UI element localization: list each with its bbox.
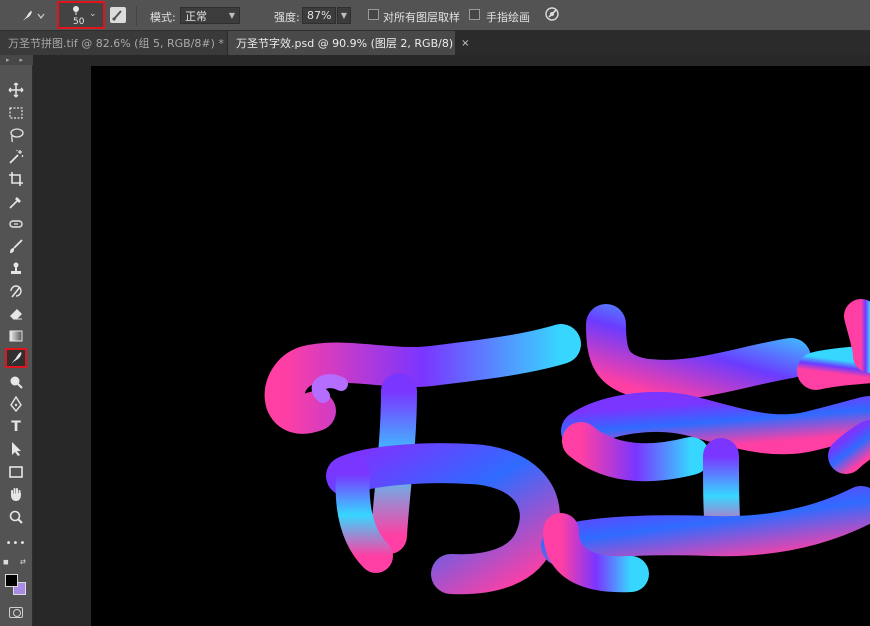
brush-tip-icon [73, 6, 79, 15]
crop-tool-icon[interactable] [5, 169, 27, 189]
clone-stamp-tool-icon[interactable] [5, 259, 27, 279]
close-icon[interactable]: × [461, 38, 469, 49]
strength-input[interactable]: 87% [302, 7, 336, 24]
divider [136, 6, 137, 26]
chevron-down-icon: ⌄ [89, 9, 97, 19]
hand-tool-icon[interactable] [5, 484, 27, 504]
options-bar: 50 ⌄ 模式: 正常 ▼ 强度: 87% ▼ 对所有图层取样 手指绘画 [0, 0, 870, 31]
move-tool-icon[interactable] [5, 80, 27, 100]
tab-document-2[interactable]: 万圣节字效.psd @ 90.9% (图层 2, RGB/8) × [228, 31, 470, 55]
sample-target-icon[interactable] [544, 6, 560, 22]
default-colors-icon[interactable]: ◼ [3, 558, 9, 566]
document-canvas[interactable] [91, 66, 870, 626]
tools-panel: ▸▸ T ••• ◼ ⇄ [0, 55, 33, 626]
smudge-tool-icon [22, 10, 32, 22]
brush-tool-icon[interactable] [5, 236, 27, 256]
tab-document-1[interactable]: 万圣节拼图.tif @ 82.6% (组 5, RGB/8#) * [0, 31, 228, 55]
brush-panel-icon[interactable] [110, 7, 126, 23]
eraser-tool-icon[interactable] [5, 303, 27, 323]
panel-grip[interactable]: ▸▸ [0, 55, 33, 65]
smudge-tool-icon[interactable] [5, 348, 27, 368]
mode-label: 模式: [150, 11, 176, 24]
finger-painting-label: 手指绘画 [486, 11, 530, 24]
marquee-tool-icon[interactable] [5, 103, 27, 123]
gradient-tool-icon[interactable] [5, 326, 27, 346]
more-tools-icon[interactable]: ••• [5, 533, 27, 553]
strength-slider-toggle[interactable]: ▼ [337, 7, 351, 24]
type-glyph: T [11, 419, 21, 435]
chevron-down-icon: ▼ [228, 11, 235, 20]
type-tool-icon[interactable]: T [5, 417, 27, 437]
artwork-char-wan [264, 324, 581, 595]
mode-select[interactable]: 正常 ▼ [180, 7, 240, 24]
rectangle-tool-icon[interactable] [5, 462, 27, 482]
path-selection-tool-icon[interactable] [5, 439, 27, 459]
brush-size-value: 50 [73, 17, 85, 27]
tab-label: 万圣节拼图.tif @ 82.6% (组 5, RGB/8#) * [8, 37, 224, 50]
brush-preset-picker[interactable]: 50 ⌄ [57, 1, 105, 29]
pen-tool-icon[interactable] [5, 394, 27, 414]
sample-all-layers-label: 对所有图层取样 [383, 11, 460, 24]
foreground-color-swatch[interactable] [5, 574, 18, 587]
tool-preset-picker[interactable] [20, 6, 52, 26]
healing-brush-tool-icon[interactable] [5, 214, 27, 234]
strength-label: 强度: [274, 11, 300, 24]
finger-painting-checkbox[interactable] [469, 9, 480, 20]
dodge-tool-icon[interactable] [5, 372, 27, 392]
quick-mask-icon[interactable] [9, 607, 23, 618]
swap-colors-icon[interactable]: ⇄ [20, 558, 26, 566]
document-tab-bar: 万圣节拼图.tif @ 82.6% (组 5, RGB/8#) * 万圣节字效.… [0, 31, 870, 55]
mode-value: 正常 [185, 9, 207, 23]
lasso-tool-icon[interactable] [5, 125, 27, 145]
eyedropper-tool-icon[interactable] [5, 192, 27, 212]
sample-all-layers-checkbox[interactable] [368, 9, 379, 20]
more-glyph: ••• [5, 537, 27, 549]
zoom-tool-icon[interactable] [5, 507, 27, 527]
chevron-down-icon [37, 13, 45, 19]
artwork-halloween-text [264, 299, 870, 595]
tab-label: 万圣节字效.psd @ 90.9% (图层 2, RGB/8) [236, 37, 454, 50]
history-brush-tool-icon[interactable] [5, 281, 27, 301]
magic-wand-tool-icon[interactable] [5, 147, 27, 167]
